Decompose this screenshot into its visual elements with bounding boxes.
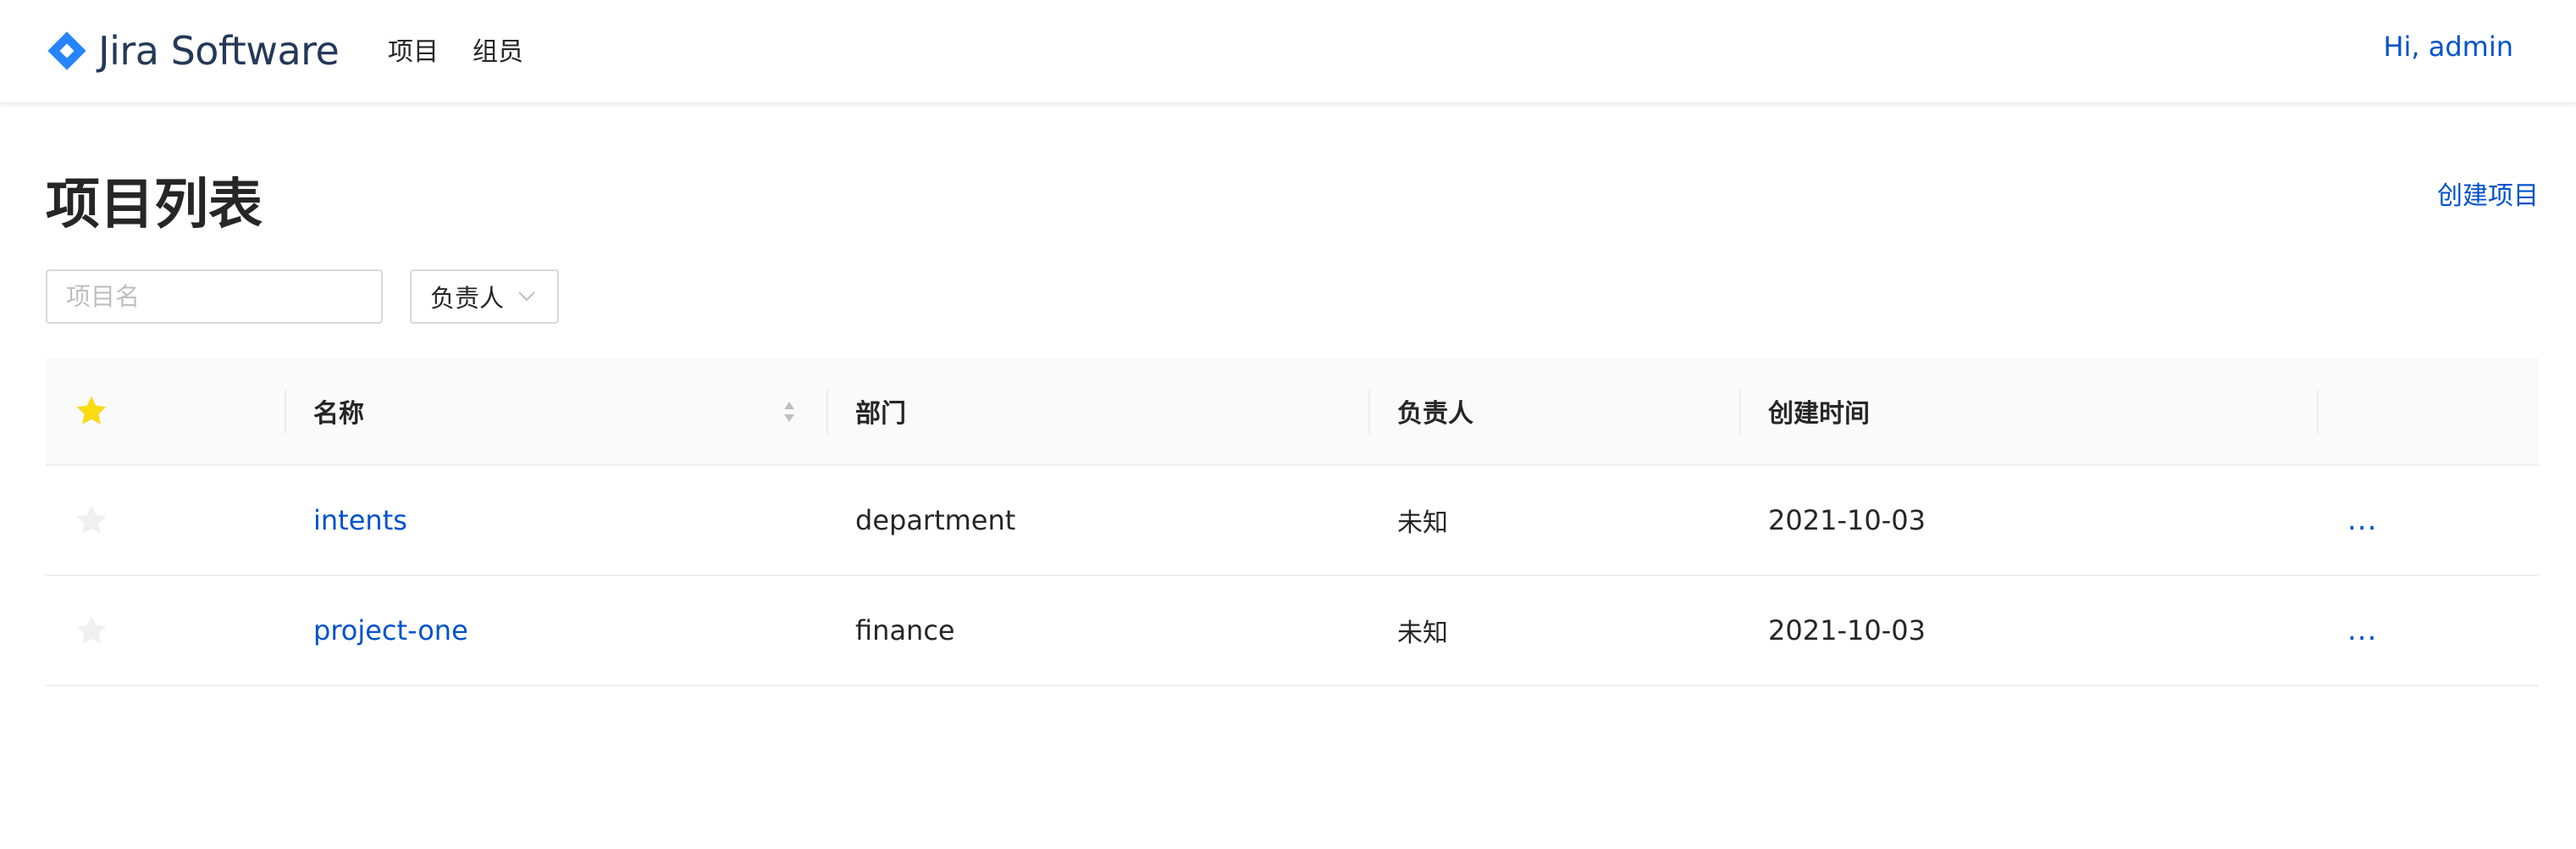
column-divider xyxy=(285,390,286,434)
column-divider xyxy=(2317,390,2319,434)
top-header: Jira Software 项目 组员 Hi, admin xyxy=(0,0,2576,103)
jira-logo[interactable]: Jira Software xyxy=(46,25,340,76)
column-department: 部门 xyxy=(855,399,906,429)
star-icon xyxy=(76,615,107,644)
table-header: 名称 部门 负责人 创建时间 xyxy=(46,358,2539,466)
projects-table: 名称 部门 负责人 创建时间 intents department 未知 202… xyxy=(46,358,2539,686)
sort-icon[interactable] xyxy=(782,397,796,427)
column-divider xyxy=(826,390,828,434)
owner-select[interactable]: 负责人 xyxy=(410,269,559,324)
column-divider xyxy=(1739,390,1741,434)
project-name-input[interactable] xyxy=(46,269,383,324)
project-name-link[interactable]: intents xyxy=(313,466,407,574)
star-icon xyxy=(76,505,107,534)
department-cell: finance xyxy=(855,614,955,646)
more-actions-button[interactable]: ... xyxy=(2347,576,2377,685)
table-row: intents department 未知 2021-10-03 ... xyxy=(46,466,2539,576)
column-divider xyxy=(1368,390,1370,434)
create-project-link[interactable]: 创建项目 xyxy=(2437,175,2539,212)
nav-members[interactable]: 组员 xyxy=(473,31,523,68)
jira-diamond-icon xyxy=(47,31,86,70)
page-title: 项目列表 xyxy=(46,174,263,236)
chevron-down-icon xyxy=(518,291,535,302)
column-name[interactable]: 名称 xyxy=(313,358,364,464)
column-owner: 负责人 xyxy=(1397,399,1473,429)
header-star-cell[interactable] xyxy=(73,358,110,464)
department-cell: department xyxy=(855,504,1016,536)
user-greeting[interactable]: Hi, admin xyxy=(2383,31,2513,63)
nav-projects[interactable]: 项目 xyxy=(388,31,439,68)
column-created: 创建时间 xyxy=(1768,399,1870,429)
more-actions-button[interactable]: ... xyxy=(2347,466,2377,574)
row-star-cell[interactable] xyxy=(73,466,110,574)
star-icon xyxy=(76,396,107,424)
brand-name: Jira Software xyxy=(98,28,340,74)
created-date-cell: 2021-10-03 xyxy=(1768,614,1926,646)
owner-select-label: 负责人 xyxy=(430,284,505,313)
owner-cell: 未知 xyxy=(1397,508,1448,538)
table-row: project-one finance 未知 2021-10-03 ... xyxy=(46,576,2539,686)
row-star-cell[interactable] xyxy=(73,576,110,685)
project-name-link[interactable]: project-one xyxy=(313,576,468,685)
created-date-cell: 2021-10-03 xyxy=(1768,504,1926,536)
owner-cell: 未知 xyxy=(1397,619,1448,648)
